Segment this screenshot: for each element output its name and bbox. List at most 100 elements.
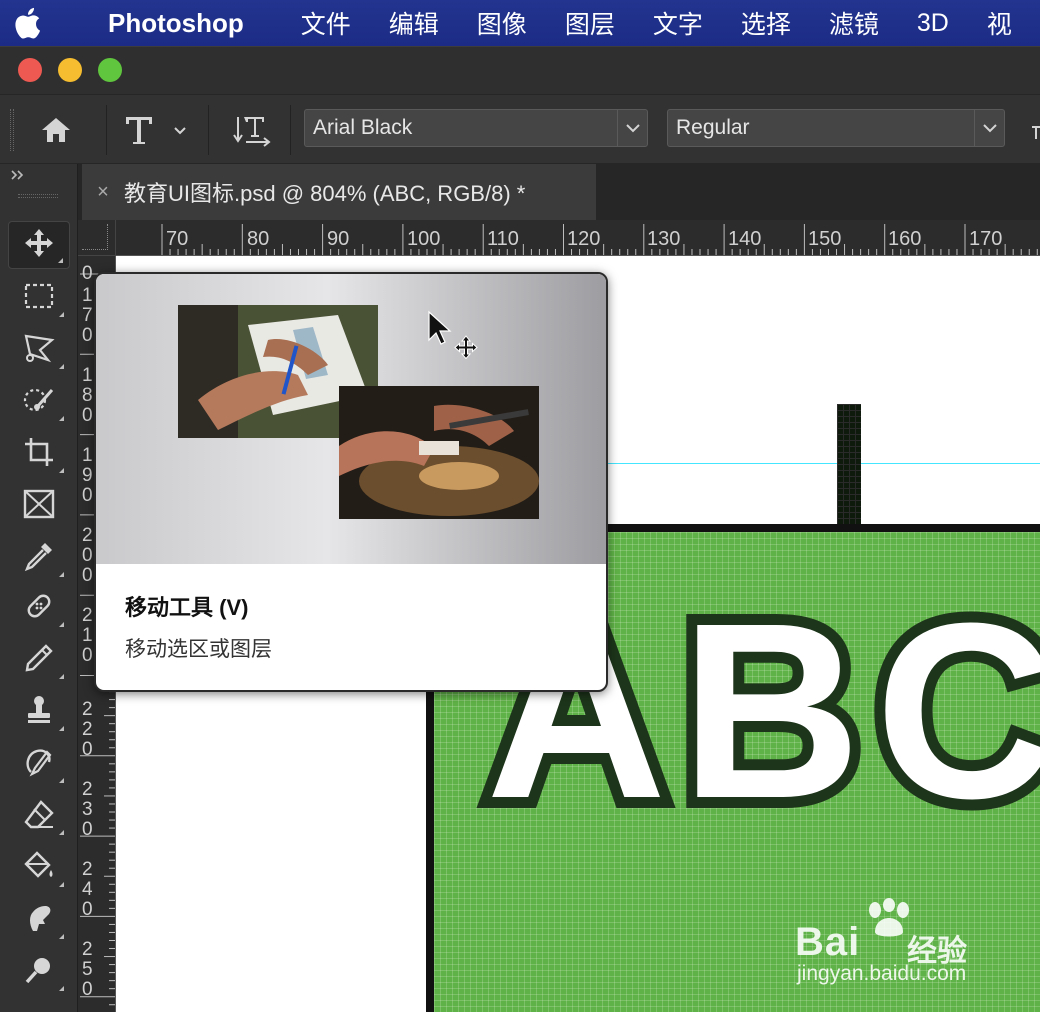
move-tool-button[interactable]: [8, 221, 70, 269]
history-brush-tool-button[interactable]: [8, 740, 70, 788]
app-name-menu[interactable]: Photoshop: [108, 8, 244, 39]
tool-group-indicator: [59, 934, 64, 939]
ruler-label: 150: [808, 228, 842, 250]
ruler-origin[interactable]: [78, 220, 116, 256]
menu-item-image[interactable]: 图像: [458, 5, 546, 41]
tooltip-title: 移动工具 (V): [125, 595, 249, 620]
ruler-label: 130: [647, 228, 681, 250]
frame-tool-button[interactable]: [8, 482, 70, 530]
horizontal-ruler[interactable]: 70 80 90 100 110 120 130 140 150 160 170: [116, 220, 1040, 256]
menu-item-view[interactable]: 视: [968, 5, 1031, 41]
separator: [106, 105, 107, 155]
chevron-down-icon: [174, 127, 186, 135]
lasso-tool-button[interactable]: [8, 326, 70, 374]
pencil-icon: [23, 642, 55, 679]
smudge-finger-icon: [23, 902, 55, 939]
separator: [290, 105, 291, 155]
menu-item-filter[interactable]: 滤镜: [810, 5, 898, 41]
move-icon: [23, 227, 55, 264]
menu-bar: Photoshop 文件 编辑 图像 图层 文字 选择 滤镜 3D 视: [0, 0, 1040, 46]
close-tab-icon[interactable]: ×: [82, 181, 124, 204]
tool-group-indicator: [59, 416, 64, 421]
type-tool-preset-picker[interactable]: [120, 109, 194, 151]
text-tool-icon: [126, 117, 152, 144]
menu-item-3d[interactable]: 3D: [898, 9, 968, 38]
dodge-icon: [23, 954, 55, 991]
ruler-label: 120: [567, 228, 601, 250]
close-window-button[interactable]: [18, 58, 42, 82]
panel-grip[interactable]: [18, 194, 58, 198]
watermark-brand: Bai: [795, 920, 861, 964]
zoom-window-button[interactable]: [98, 58, 122, 82]
eraser-icon: [23, 798, 55, 835]
tool-group-indicator: [59, 572, 64, 577]
apple-menu-icon[interactable]: [0, 0, 56, 46]
smudge-tool-button[interactable]: [8, 896, 70, 944]
marquee-tool-button[interactable]: [8, 274, 70, 322]
paint-bucket-tool-button[interactable]: [8, 844, 70, 892]
ruler-label: 160: [888, 228, 922, 250]
font-family-value: Arial Black: [313, 116, 413, 139]
tool-group-indicator: [59, 674, 64, 679]
ruler-label: 140: [728, 228, 762, 250]
menu-item-type[interactable]: 文字: [634, 5, 722, 41]
toggle-text-orientation-icon[interactable]: [224, 109, 280, 151]
options-bar-grip[interactable]: [10, 109, 14, 151]
document-tab[interactable]: × 教育UI图标.psd @ 804% (ABC, RGB/8) *: [82, 164, 596, 220]
quick-selection-tool-button[interactable]: [8, 378, 70, 426]
chevron-down-icon[interactable]: [974, 110, 1004, 146]
tool-group-indicator: [59, 882, 64, 887]
healing-brush-tool-button[interactable]: [8, 584, 70, 632]
ruler-label: 100: [407, 228, 441, 250]
brush-tool-button[interactable]: [8, 636, 70, 684]
frame-icon: [23, 489, 55, 524]
ruler-label: 70: [166, 228, 189, 250]
crop-icon: [23, 436, 55, 473]
tooltip-preview-animation: [96, 274, 606, 564]
history-brush-icon: [23, 746, 55, 783]
crop-tool-button[interactable]: [8, 430, 70, 478]
eyedropper-tool-button[interactable]: [8, 534, 70, 582]
artwork-hanger-stroke: [837, 404, 861, 528]
options-bar: Arial Black Regular: [0, 94, 1040, 164]
ruler-label: 170: [969, 228, 1003, 250]
polygonal-lasso-icon: [22, 332, 56, 369]
document-tab-title: 教育UI图标.psd @ 804% (ABC, RGB/8) *: [124, 181, 526, 206]
ruler-label: 1 8 0: [82, 365, 93, 426]
font-family-dropdown[interactable]: Arial Black: [304, 109, 648, 147]
tool-group-indicator: [59, 622, 64, 627]
tool-group-indicator: [59, 726, 64, 731]
rectangular-marquee-icon: [23, 282, 55, 315]
watermark-url: jingyan.baidu.com: [797, 962, 967, 985]
stamp-icon: [23, 694, 55, 731]
ruler-label: 90: [327, 228, 350, 250]
move-tool-rich-tooltip: 移动工具 (V) 移动选区或图层: [94, 272, 608, 692]
tools-panel: [0, 164, 78, 1012]
clone-stamp-tool-button[interactable]: [8, 688, 70, 736]
window-title-bar: [0, 46, 1040, 94]
eraser-tool-button[interactable]: [8, 792, 70, 840]
menu-item-edit[interactable]: 编辑: [370, 5, 458, 41]
separator: [208, 105, 209, 155]
tool-group-indicator: [59, 778, 64, 783]
font-size-icon[interactable]: [1028, 119, 1040, 143]
ruler-label: 0: [82, 263, 93, 284]
menu-item-layer[interactable]: 图层: [546, 5, 634, 41]
minimize-window-button[interactable]: [58, 58, 82, 82]
menu-item-select[interactable]: 选择: [722, 5, 810, 41]
move-cursor-icon: [426, 310, 486, 375]
ruler-label: 80: [247, 228, 270, 250]
tool-group-indicator: [59, 830, 64, 835]
menu-item-file[interactable]: 文件: [282, 5, 370, 41]
home-icon[interactable]: [30, 109, 82, 151]
font-style-value: Regular: [676, 116, 750, 139]
tooltip-description: 移动选区或图层: [125, 638, 272, 661]
eyedropper-icon: [23, 540, 55, 577]
chevron-down-icon[interactable]: [617, 110, 647, 146]
ruler-label: 2 3 0: [82, 779, 93, 840]
tooltip-preview-photo: [339, 386, 539, 519]
expand-panel-icon[interactable]: [10, 168, 26, 184]
bandage-icon: [23, 590, 55, 627]
dodge-tool-button[interactable]: [8, 948, 70, 996]
font-style-dropdown[interactable]: Regular: [667, 109, 1005, 147]
